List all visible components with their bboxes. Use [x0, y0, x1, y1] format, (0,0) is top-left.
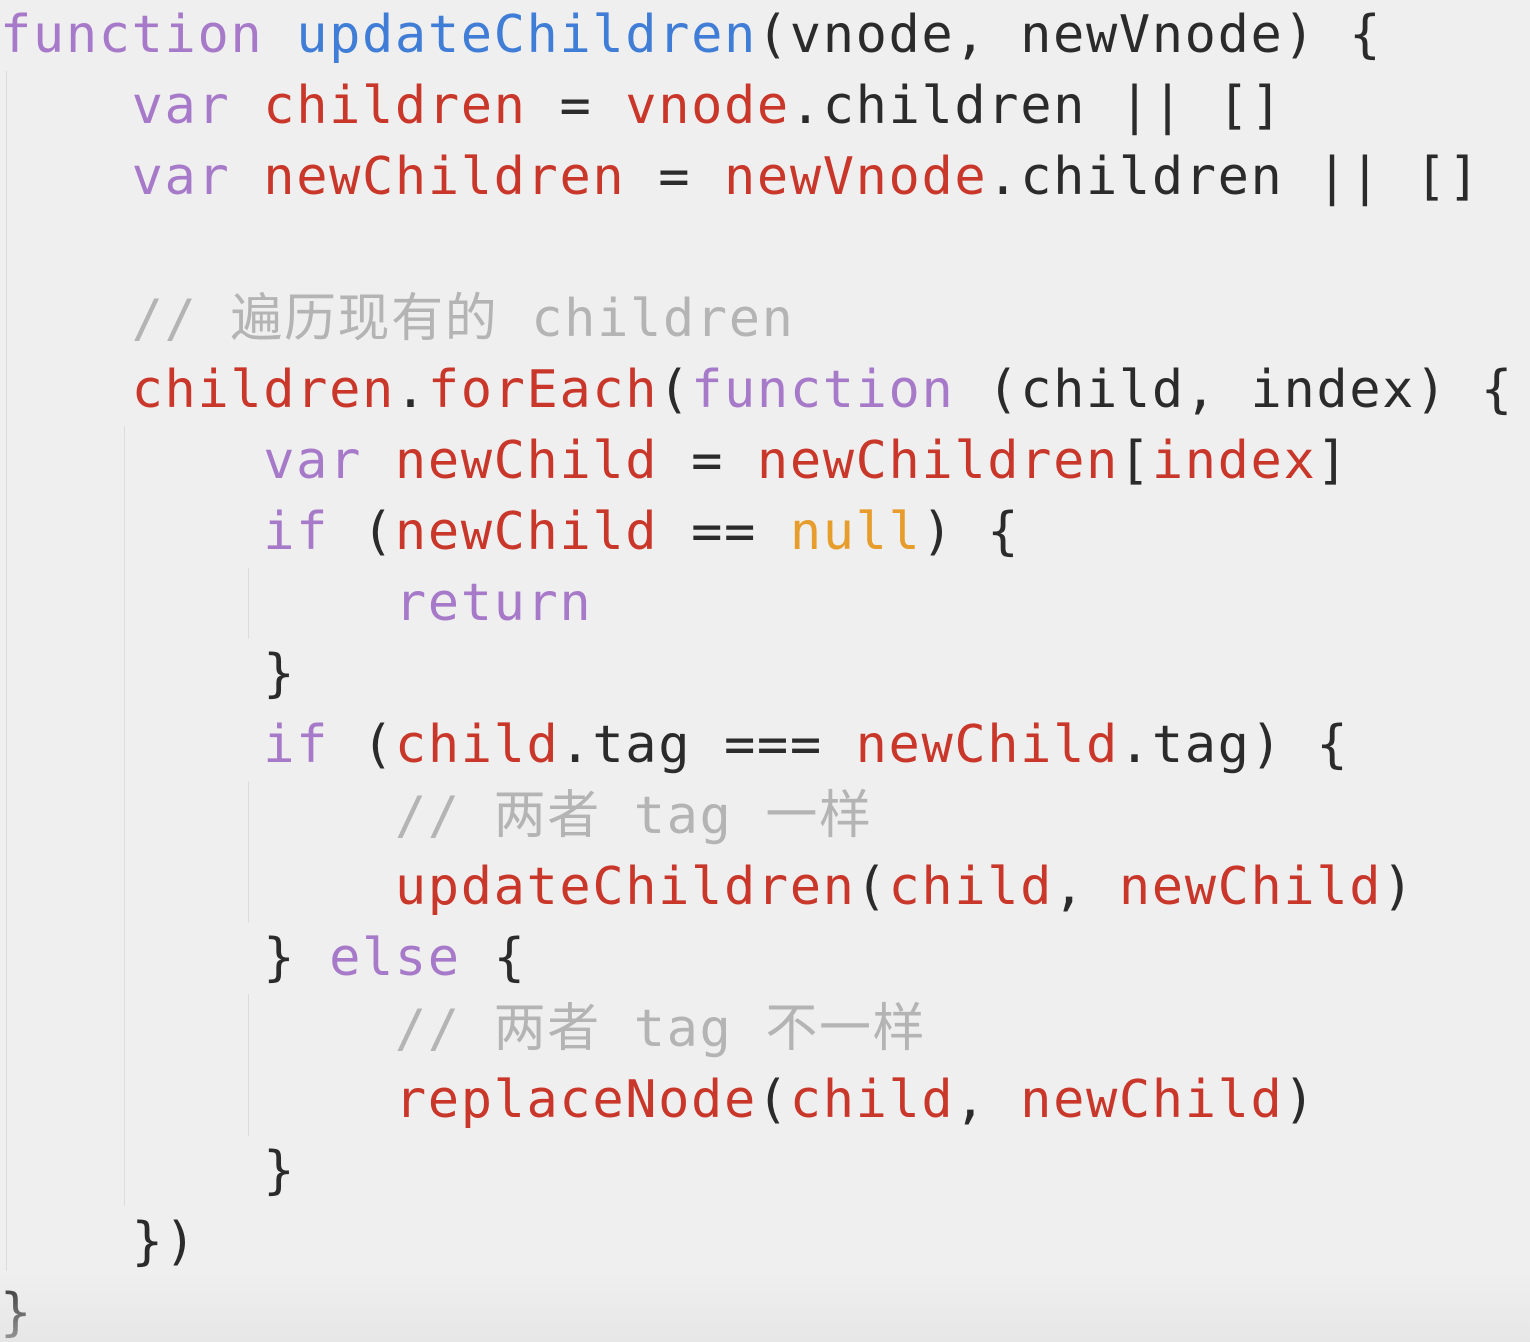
code-token-variable: child: [394, 715, 560, 775]
code-token-keyword: else: [329, 928, 461, 988]
code-token-variable: index: [1151, 431, 1317, 491]
code-line: updateChildren(child, newChild): [0, 852, 1415, 923]
code-token-variable: child: [888, 857, 1054, 917]
code-line: }: [0, 639, 296, 710]
code-token-function-name: updateChildren: [296, 5, 757, 65]
code-token-keyword: var: [263, 431, 362, 491]
code-token-literal: null: [789, 502, 922, 562]
code-token-variable: newChild: [1118, 857, 1383, 917]
code-line: if (newChild == null) {: [0, 497, 1020, 568]
code-token-plain: (: [855, 857, 889, 917]
code-token-keyword: return: [394, 573, 593, 633]
code-line: // 两者 tag 一样: [0, 781, 873, 852]
code-token-plain: =: [526, 76, 626, 136]
code-editor[interactable]: function updateChildren(vnode, newVnode)…: [0, 0, 1530, 1342]
code-line: var newChild = newChildren[index]: [0, 426, 1349, 497]
code-token-variable: newChild: [855, 715, 1119, 775]
code-token-plain: }): [0, 1212, 198, 1272]
code-token-plain: (: [329, 715, 395, 775]
code-token-keyword: var: [131, 76, 231, 136]
code-token-variable: newChild: [394, 431, 659, 491]
code-line: return: [0, 568, 592, 639]
code-token-keyword: var: [131, 147, 231, 207]
code-token-keyword: function: [691, 360, 955, 420]
code-token-plain: {: [460, 928, 527, 988]
code-token-plain: }: [0, 644, 297, 704]
code-token-plain: [: [1118, 431, 1152, 491]
code-token-plain: .tag) {: [1118, 715, 1350, 775]
code-token-variable: child: [789, 1070, 955, 1130]
code-token-plain: (: [329, 502, 395, 562]
code-token-plain: ): [1283, 1070, 1317, 1130]
code-token-variable: forEach: [427, 360, 659, 420]
code-token-variable: newChildren: [756, 431, 1119, 491]
code-token-plain: =: [658, 431, 757, 491]
code-line: replaceNode(child, newChild): [0, 1065, 1316, 1136]
code-token-plain: }: [0, 1141, 297, 1201]
code-token-plain: ]: [1316, 431, 1350, 491]
code-token-plain: .children || []: [987, 147, 1481, 207]
code-token-variable: newChildren: [263, 147, 626, 207]
code-line: }): [0, 1207, 197, 1278]
code-token-plain: ,: [1053, 857, 1119, 917]
code-token-plain: ): [1382, 857, 1416, 917]
code-token-variable: children: [131, 360, 395, 420]
code-token-plain: }: [0, 928, 330, 988]
code-line: // 两者 tag 不一样: [0, 994, 926, 1065]
code-token-plain: (vnode, newVnode) {: [756, 5, 1383, 65]
code-token-plain: (child, index) {: [954, 360, 1514, 420]
code-token-plain: .: [394, 360, 428, 420]
code-token-variable: replaceNode: [394, 1070, 757, 1130]
code-line: if (child.tag === newChild.tag) {: [0, 710, 1349, 781]
code-token-keyword: function: [0, 5, 264, 65]
code-token-variable: vnode: [625, 76, 790, 136]
code-line: children.forEach(function (child, index)…: [0, 355, 1514, 426]
code-token-variable: newChild: [1020, 1070, 1284, 1130]
code-token-variable: newChild: [394, 502, 659, 562]
code-token-plain: ) {: [921, 502, 1021, 562]
code-token-plain: (: [756, 1070, 790, 1130]
code-line: }: [0, 1136, 296, 1207]
code-token-plain: =: [625, 147, 725, 207]
code-line: var newChildren = newVnode.children || […: [0, 142, 1481, 213]
code-token-variable: updateChildren: [394, 857, 856, 917]
code-line: function updateChildren(vnode, newVnode)…: [0, 0, 1382, 71]
code-token-plain: ,: [954, 1070, 1021, 1130]
code-token-variable: newVnode: [724, 147, 988, 207]
code-token-keyword: if: [263, 502, 330, 562]
code-token-comment: // 遍历现有的 children: [131, 289, 795, 349]
code-token-plain: .children || []: [789, 76, 1284, 136]
code-token-plain: ==: [658, 502, 790, 562]
bottom-shade: [0, 1272, 1530, 1342]
code-token-variable: children: [263, 76, 527, 136]
code-token-plain: .tag ===: [559, 715, 856, 775]
code-line: // 遍历现有的 children: [0, 284, 795, 355]
code-line: } else {: [0, 923, 527, 994]
code-token-plain: (: [658, 360, 692, 420]
code-token-comment: // 两者 tag 一样: [394, 786, 873, 846]
code-token-keyword: if: [263, 715, 330, 775]
code-token-comment: // 两者 tag 不一样: [394, 999, 927, 1059]
code-line: var children = vnode.children || []: [0, 71, 1283, 142]
